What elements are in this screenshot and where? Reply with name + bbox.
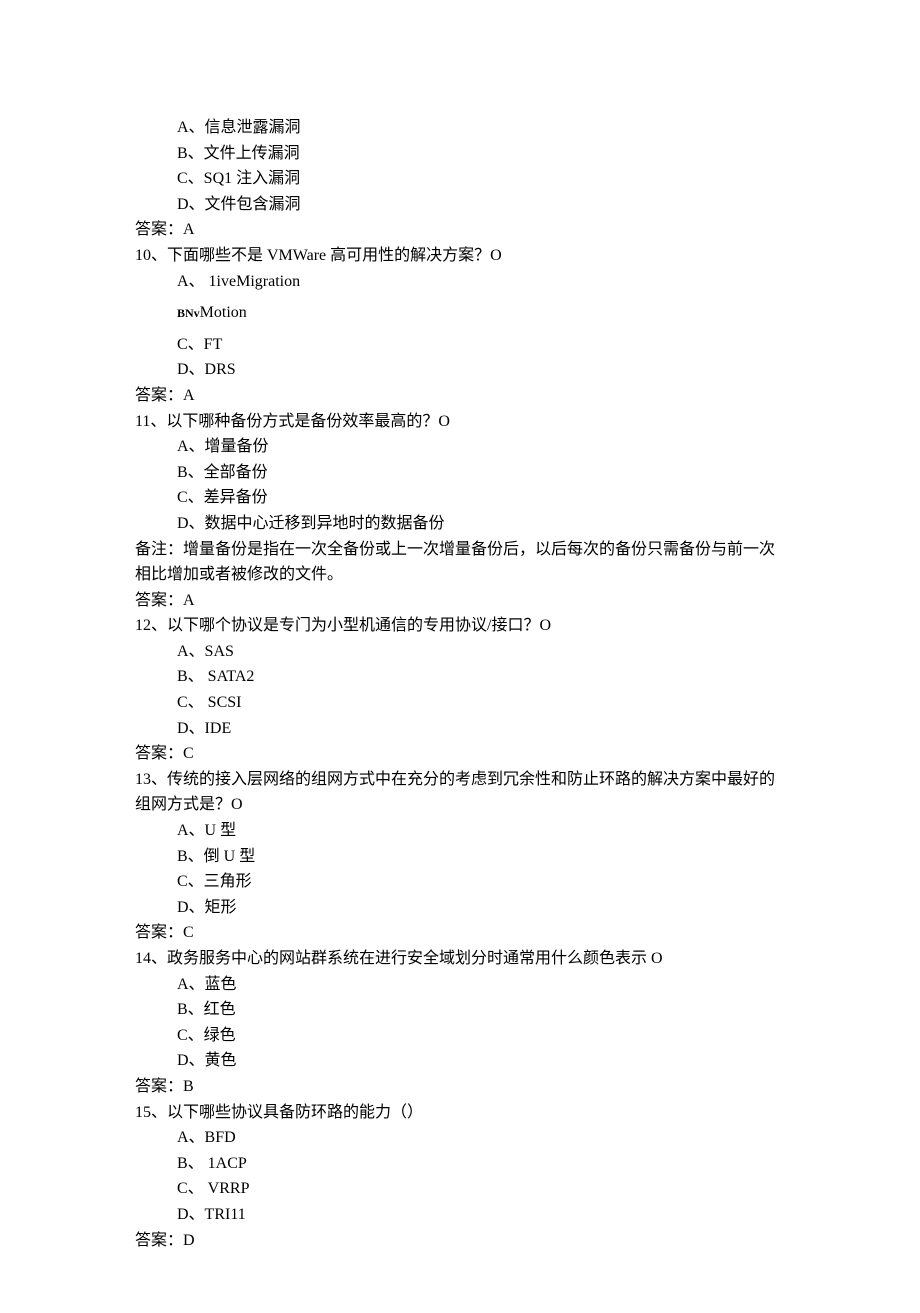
- q9-option-c: C、SQ1 注入漏洞: [135, 166, 785, 192]
- q10-option-b: BNvMotion: [135, 300, 785, 326]
- q14-text: 14、政务服务中心的网站群系统在进行安全域划分时通常用什么颜色表示 O: [135, 946, 785, 972]
- q14-option-c: C、绿色: [135, 1023, 785, 1049]
- q12-answer: 答案：C: [135, 741, 785, 767]
- q10-option-a: A、 1iveMigration: [135, 269, 785, 295]
- q12-option-a: A、SAS: [135, 639, 785, 665]
- q14-answer: 答案：B: [135, 1074, 785, 1100]
- q9-option-b: B、文件上传漏洞: [135, 141, 785, 167]
- q13-option-a: A、U 型: [135, 818, 785, 844]
- q15-option-c: C、 VRRP: [135, 1176, 785, 1202]
- q15-answer: 答案：D: [135, 1228, 785, 1254]
- q15-text: 15、以下哪些协议具备防环路的能力（）: [135, 1100, 785, 1126]
- q10-option-d: D、DRS: [135, 357, 785, 383]
- q13-option-b: B、倒 U 型: [135, 844, 785, 870]
- q13-text: 13、传统的接入层网络的组网方式中在充分的考虑到冗余性和防止环路的解决方案中最好…: [135, 767, 785, 818]
- q10-text: 10、下面哪些不是 VMWare 高可用性的解决方案？O: [135, 243, 785, 269]
- q15-option-b: B、 1ACP: [135, 1151, 785, 1177]
- q11-text: 11、以下哪种备份方式是备份效率最高的？O: [135, 409, 785, 435]
- q11-option-d: D、数据中心迁移到异地时的数据备份: [135, 511, 785, 537]
- q10-option-c: C、FT: [135, 332, 785, 358]
- q10-answer: 答案：A: [135, 383, 785, 409]
- q14-option-a: A、蓝色: [135, 972, 785, 998]
- q12-text: 12、以下哪个协议是专门为小型机通信的专用协议/接口？O: [135, 613, 785, 639]
- q11-option-b: B、全部备份: [135, 460, 785, 486]
- q12-option-b: B、 SATA2: [135, 664, 785, 690]
- q14-option-b: B、红色: [135, 997, 785, 1023]
- q13-option-c: C、三角形: [135, 869, 785, 895]
- q10-option-b-text: Motion: [200, 304, 247, 321]
- q10-option-b-prefix: BNv: [177, 306, 200, 320]
- q15-option-a: A、BFD: [135, 1125, 785, 1151]
- q12-option-d: D、IDE: [135, 716, 785, 742]
- q11-option-a: A、增量备份: [135, 434, 785, 460]
- q15-option-d: D、TRI11: [135, 1202, 785, 1228]
- q12-option-c: C、 SCSI: [135, 690, 785, 716]
- q13-answer: 答案：C: [135, 920, 785, 946]
- q9-answer: 答案：A: [135, 217, 785, 243]
- q9-option-a: A、信息泄露漏洞: [135, 115, 785, 141]
- q11-answer: 答案：A: [135, 588, 785, 614]
- q9-option-d: D、文件包含漏洞: [135, 192, 785, 218]
- q11-note: 备注：增量备份是指在一次全备份或上一次增量备份后，以后每次的备份只需备份与前一次…: [135, 537, 785, 588]
- q11-option-c: C、差异备份: [135, 485, 785, 511]
- q14-option-d: D、黄色: [135, 1048, 785, 1074]
- q13-option-d: D、矩形: [135, 895, 785, 921]
